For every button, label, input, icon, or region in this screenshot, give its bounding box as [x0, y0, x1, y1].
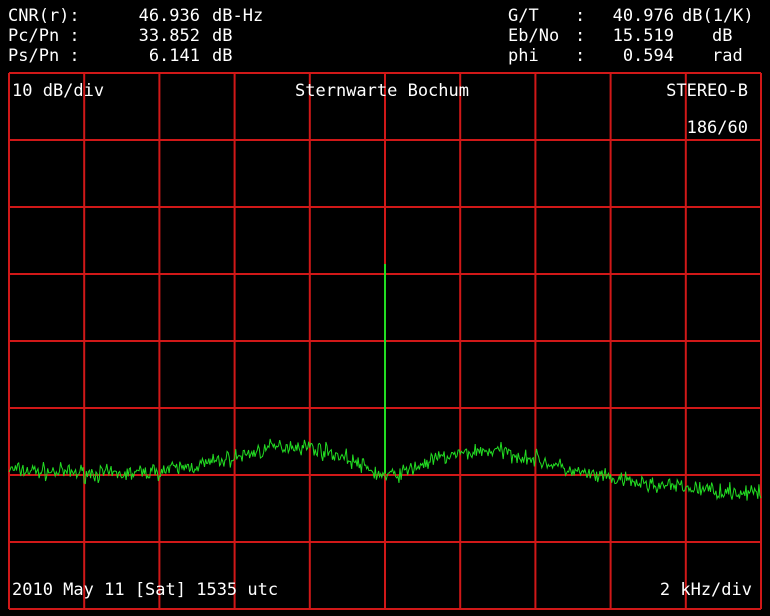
timestamp-label: 2010 May 11 [Sat] 1535 utc — [12, 580, 279, 600]
station-label: STEREO-B — [666, 81, 748, 101]
counter-label: 186/60 — [686, 118, 748, 138]
x-scale-label: 2 kHz/div — [659, 580, 752, 600]
y-scale-label: 10 dB/div — [12, 81, 105, 101]
chart-title: Sternwarte Bochum — [295, 81, 469, 101]
spectrum-trace — [8, 263, 762, 501]
